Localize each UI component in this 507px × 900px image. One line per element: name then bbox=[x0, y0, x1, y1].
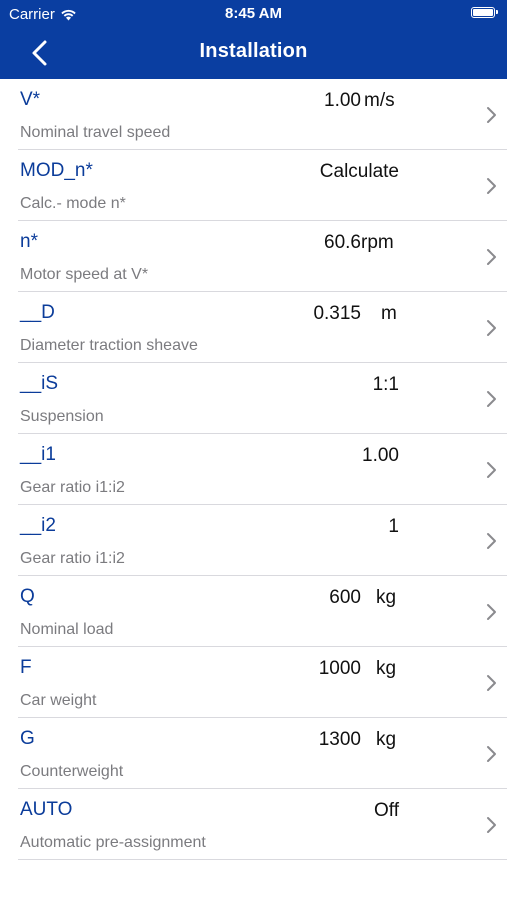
installation-screen: Carrier 8:45 AM Installation V* Nominal t… bbox=[0, 0, 507, 900]
parameter-value: 1300 bbox=[318, 729, 361, 750]
parameter-description: Car weight bbox=[20, 692, 97, 709]
parameter-unit: kg bbox=[376, 658, 397, 679]
parameter-name: __i2 bbox=[20, 515, 56, 536]
parameter-value: Off bbox=[374, 800, 399, 821]
parameter-name: n* bbox=[20, 231, 38, 252]
navigation-bar: Installation bbox=[0, 28, 507, 79]
parameter-value: 1.00 bbox=[324, 90, 361, 111]
parameter-name: G bbox=[20, 728, 35, 749]
chevron-right-icon bbox=[487, 320, 496, 336]
parameter-value: 0.315 bbox=[313, 303, 361, 324]
parameter-value: 1 bbox=[388, 516, 399, 537]
chevron-right-icon bbox=[487, 249, 496, 265]
parameter-value: 600 bbox=[329, 587, 361, 608]
parameter-value: 60.6 bbox=[324, 232, 361, 253]
parameter-name: F bbox=[20, 657, 32, 678]
parameter-row[interactable]: __i2 Gear ratio i1:i2 1 bbox=[0, 505, 507, 576]
parameter-description: Gear ratio i1:i2 bbox=[20, 550, 125, 567]
row-divider bbox=[18, 859, 507, 860]
chevron-right-icon bbox=[487, 604, 496, 620]
parameter-name: __iS bbox=[20, 373, 59, 394]
chevron-right-icon bbox=[487, 391, 496, 407]
status-time: 8:45 AM bbox=[225, 5, 282, 22]
chevron-right-icon bbox=[487, 817, 496, 833]
chevron-right-icon bbox=[487, 533, 496, 549]
header: Carrier 8:45 AM Installation bbox=[0, 0, 507, 79]
chevron-right-icon bbox=[487, 675, 496, 691]
parameter-row[interactable]: AUTO Automatic pre-assignment Off bbox=[0, 789, 507, 860]
parameter-description: Nominal load bbox=[20, 621, 114, 638]
parameter-name: __D bbox=[20, 302, 55, 323]
parameter-value: 1:1 bbox=[372, 374, 399, 395]
parameter-unit: rpm bbox=[361, 232, 394, 253]
parameter-row[interactable]: Q Nominal load 600 kg bbox=[0, 576, 507, 647]
battery-icon bbox=[471, 7, 498, 18]
parameter-row[interactable]: n* Motor speed at V* 60.6 rpm bbox=[0, 221, 507, 292]
parameter-value: 1.00 bbox=[362, 445, 399, 466]
chevron-right-icon bbox=[487, 462, 496, 478]
parameter-description: Suspension bbox=[20, 408, 104, 425]
status-bar: Carrier 8:45 AM bbox=[0, 0, 507, 28]
parameter-unit: kg bbox=[376, 729, 397, 750]
parameter-row[interactable]: V* Nominal travel speed 1.00 m/s bbox=[0, 79, 507, 150]
parameter-row[interactable]: __i1 Gear ratio i1:i2 1.00 bbox=[0, 434, 507, 505]
parameter-description: Automatic pre-assignment bbox=[20, 834, 206, 851]
parameter-unit: m/s bbox=[364, 90, 395, 111]
parameter-list: V* Nominal travel speed 1.00 m/s MOD_n* Calc.… bbox=[0, 79, 507, 860]
parameter-row[interactable]: G Counterweight 1300 kg bbox=[0, 718, 507, 789]
parameter-row[interactable]: __D Diameter traction sheave 0.315 m bbox=[0, 292, 507, 363]
parameter-unit: kg bbox=[376, 587, 397, 608]
parameter-name: Q bbox=[20, 586, 35, 607]
parameter-description: Counterweight bbox=[20, 763, 124, 780]
parameter-row[interactable]: MOD_n* Calc.- mode n* Calculate bbox=[0, 150, 507, 221]
chevron-right-icon bbox=[487, 178, 496, 194]
chevron-right-icon bbox=[487, 746, 496, 762]
page-title: Installation bbox=[199, 40, 308, 62]
parameter-name: V* bbox=[20, 89, 41, 110]
parameter-row[interactable]: __iS Suspension 1:1 bbox=[0, 363, 507, 434]
parameter-name: __i1 bbox=[20, 444, 56, 465]
parameter-name: AUTO bbox=[20, 799, 73, 820]
chevron-right-icon bbox=[487, 107, 496, 123]
parameter-row[interactable]: F Car weight 1000 kg bbox=[0, 647, 507, 718]
parameter-description: Nominal travel speed bbox=[20, 124, 171, 141]
parameter-description: Gear ratio i1:i2 bbox=[20, 479, 125, 496]
parameter-name: MOD_n* bbox=[20, 160, 93, 181]
parameter-unit: m bbox=[381, 303, 397, 324]
parameter-description: Calc.- mode n* bbox=[20, 195, 126, 212]
parameter-description: Motor speed at V* bbox=[20, 266, 149, 283]
parameter-value: 1000 bbox=[318, 658, 361, 679]
parameter-description: Diameter traction sheave bbox=[20, 337, 198, 354]
parameter-value: Calculate bbox=[319, 161, 399, 182]
